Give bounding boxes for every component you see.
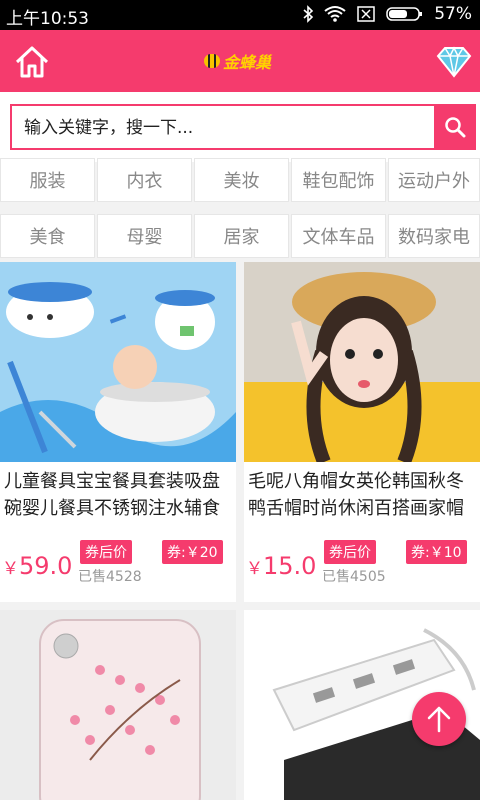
product-image <box>0 262 236 462</box>
after-coupon-label: 券后价 <box>324 540 376 564</box>
diamond-icon <box>436 46 472 78</box>
product-price: ￥15.0 <box>246 552 316 580</box>
category-sports[interactable]: 运动户外 <box>388 158 480 202</box>
search-button[interactable] <box>434 104 476 150</box>
price-value: 59.0 <box>19 552 73 580</box>
app-logo: 金蜂巢 <box>204 47 271 75</box>
search-icon <box>445 117 466 138</box>
category-underwear[interactable]: 内衣 <box>97 158 192 202</box>
category-row-1: 服装 内衣 美妆 鞋包配饰 运动户外 <box>0 158 480 202</box>
product-card[interactable] <box>0 610 236 800</box>
product-price: ￥59.0 <box>2 552 72 580</box>
currency-symbol: ￥ <box>2 559 19 579</box>
price-value: 15.0 <box>263 552 317 580</box>
back-to-top-button[interactable] <box>412 692 466 746</box>
app-header: 金蜂巢 <box>0 30 480 92</box>
category-digital[interactable]: 数码家电 <box>388 214 480 258</box>
search-input[interactable] <box>24 114 424 142</box>
sold-count: 已售4528 <box>78 569 142 585</box>
battery-percent: 57% <box>434 4 472 24</box>
category-stationery-car[interactable]: 文体车品 <box>291 214 386 258</box>
product-card[interactable]: 毛呢八角帽女英伦韩国秋冬鸭舌帽时尚休闲百搭画家帽 券后价 券:￥10 ￥15.0… <box>244 262 480 602</box>
product-title: 毛呢八角帽女英伦韩国秋冬鸭舌帽时尚休闲百搭画家帽 <box>248 471 464 519</box>
status-bar: 上午10:53 57% <box>0 0 480 30</box>
search-area <box>0 92 480 162</box>
category-food[interactable]: 美食 <box>0 214 95 258</box>
product-card[interactable]: 儿童餐具宝宝餐具套装吸盘碗婴儿餐具不锈钢注水辅食 券后价 券:￥20 ￥59.0… <box>0 262 236 602</box>
no-sim-icon <box>357 6 375 22</box>
arrow-up-icon <box>427 706 451 733</box>
category-beauty[interactable]: 美妆 <box>194 158 289 202</box>
category-baby[interactable]: 母婴 <box>97 214 192 258</box>
product-image <box>244 262 480 462</box>
sold-count: 已售4505 <box>322 569 386 585</box>
after-coupon-label: 券后价 <box>80 540 132 564</box>
category-row-2: 美食 母婴 居家 文体车品 数码家电 <box>0 214 480 258</box>
bluetooth-icon <box>303 5 314 23</box>
category-home[interactable]: 居家 <box>194 214 289 258</box>
wifi-icon <box>324 6 346 22</box>
status-icons: 57% <box>302 4 472 24</box>
status-time: 上午10:53 <box>6 9 89 29</box>
product-image <box>0 610 236 800</box>
bee-icon <box>204 54 220 68</box>
battery-icon <box>386 7 423 21</box>
logo-text: 金蜂巢 <box>223 53 272 72</box>
currency-symbol: ￥ <box>246 559 263 579</box>
search-box <box>10 104 476 150</box>
home-button[interactable] <box>12 42 52 82</box>
category-clothing[interactable]: 服装 <box>0 158 95 202</box>
coupon-badge: 券:￥20 <box>162 540 223 564</box>
diamond-button[interactable] <box>434 42 474 82</box>
category-shoes-bags[interactable]: 鞋包配饰 <box>291 158 386 202</box>
product-title: 儿童餐具宝宝餐具套装吸盘碗婴儿餐具不锈钢注水辅食 <box>4 471 220 519</box>
coupon-badge: 券:￥10 <box>406 540 467 564</box>
home-icon <box>15 46 49 78</box>
